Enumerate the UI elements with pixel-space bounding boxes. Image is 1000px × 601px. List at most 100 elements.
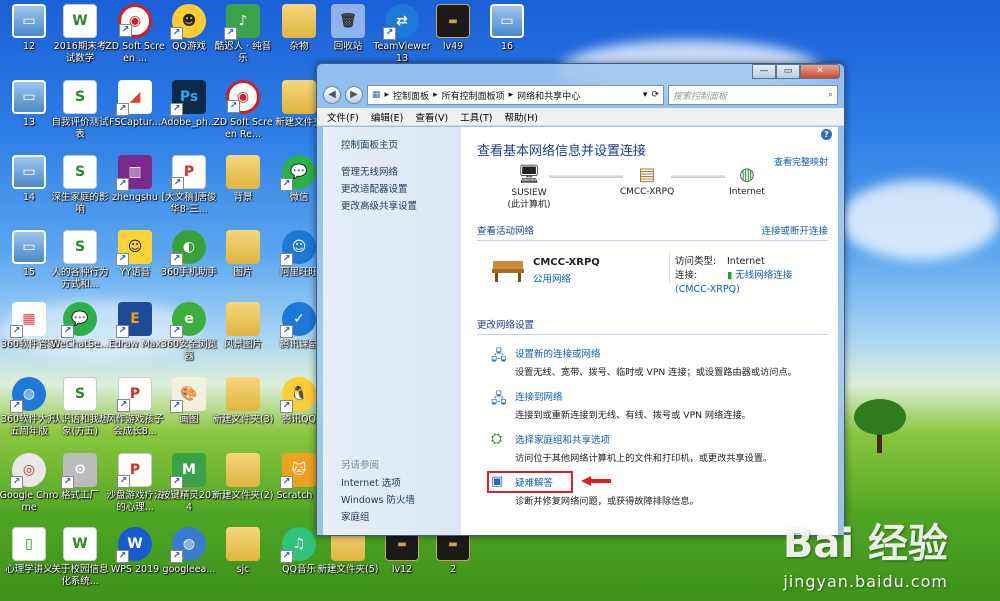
red-arrow-icon [581, 476, 611, 486]
menu-file[interactable]: 文件(F) [321, 110, 365, 124]
doc-icon: S [63, 80, 97, 114]
desktop-icon[interactable]: 新建文件夹(5) [318, 527, 378, 601]
desktop-icon[interactable]: ◉ ZD Soft Screen ... [105, 4, 165, 78]
desktop-icon[interactable]: ◉ ZD Soft Screen Re... [213, 80, 273, 154]
task-desc: 诊断并修复网络问题，或获得故障排除信息。 [515, 496, 699, 507]
task-link[interactable]: 设置新的连接或网络 [515, 337, 828, 360]
desktop-icon[interactable]: P沙盘游戏疗法的心理... [106, 453, 164, 527]
watermark-logo: Bai 经验 [782, 521, 948, 567]
homegroup-icon: ⛭ [491, 431, 503, 447]
app-qqm-icon: ♫ [280, 527, 316, 563]
sidebar-item-adapter[interactable]: 更改适配器设置 [341, 181, 461, 198]
bench-icon [492, 261, 524, 282]
sidebar: 控制面板主页 管理无线网络 更改适配器设置 更改高级共享设置 另请参阅 Inte… [323, 127, 461, 535]
sidebar-home-link[interactable]: 控制面板主页 [341, 137, 461, 154]
menu-help[interactable]: 帮助(H) [498, 110, 544, 124]
chevron-down-icon[interactable]: ▾ [643, 90, 648, 100]
desktop-icon[interactable]: 🎨画图 [160, 377, 218, 451]
network-type-link[interactable]: 公用网络 [533, 271, 571, 285]
sidebar-item-sharing[interactable]: 更改高级共享设置 [341, 198, 461, 215]
title-bar[interactable]: — ▭ ✕ [317, 64, 844, 82]
desktop-icon-label: 酷迟人 · 纯音乐 [214, 41, 272, 64]
desktop-icon[interactable]: EEdraw Max [106, 302, 164, 376]
desktop-icon-label: 人的各种行为方式和... [51, 267, 109, 290]
desktop-icon[interactable]: S 人的各种行为方式和... [51, 230, 109, 304]
app-wx-icon: 💬 [280, 155, 316, 191]
close-button[interactable]: ✕ [800, 64, 840, 79]
desktop-icon-label: 新建文件夹(2) [212, 490, 274, 501]
app-blue-icon: ☺ [280, 230, 316, 266]
desktop-icon[interactable]: WWPS 2019 [106, 527, 164, 601]
desktop-icon[interactable]: ◍googleea... [160, 527, 218, 601]
section-title: 查看活动网络 [477, 226, 535, 237]
folder-icon [226, 302, 260, 336]
menu-edit[interactable]: 编辑(E) [365, 110, 409, 124]
menu-tools[interactable]: 工具(T) [454, 110, 498, 124]
address-bar[interactable]: ▦ ▸ 控制面板 ▸ 所有控制面板项 ▸ 网络和共享中心 ▾ ⟳ [367, 85, 664, 105]
see-also-internet-options[interactable]: Internet 选项 [341, 475, 415, 492]
task-link[interactable]: 连接到网络 [515, 380, 828, 403]
see-also-homegroup[interactable]: 家庭组 [341, 509, 415, 526]
task-connect: 🖧 连接到网络 连接到或重新连接到无线、有线、拨号或 VPN 网络连接。 [477, 380, 828, 421]
forward-arrow-icon[interactable]: ▶ [345, 86, 363, 104]
desktop-icon[interactable]: W 2016期末考试数学 [51, 4, 109, 78]
search-input[interactable]: 搜索控制面板 ⌕ [668, 85, 838, 105]
back-arrow-icon[interactable]: ◀ [323, 86, 341, 104]
sidebar-item-wireless[interactable]: 管理无线网络 [341, 164, 461, 181]
desktop-icon[interactable]: P[大文稿]唐俊华8-三... [160, 155, 218, 229]
network-properties: 访问类型: Internet 连接: ▮ 无线网络连接 (CMCC-XRPQ) [675, 255, 828, 297]
desktop-icon[interactable]: S 认识语和我想象(方五) [51, 377, 109, 451]
desktop-icon[interactable]: ◐360手机助手 [160, 230, 218, 304]
refresh-icon[interactable]: ⟳ [651, 90, 659, 100]
desktop-icon[interactable]: 风景图片 [214, 302, 272, 376]
desktop-icon[interactable]: sjc [214, 527, 272, 601]
desktop-icon[interactable]: 新建文件夹(2) [212, 453, 274, 527]
desktop-icon[interactable]: S 自我评价测试表 [51, 80, 109, 154]
desktop-icon[interactable]: ▥zhengshu [106, 155, 164, 229]
maximize-button[interactable]: ▭ [776, 64, 800, 79]
desktop-icon[interactable]: S 深生家庭的影响 [51, 155, 109, 229]
thumb-icon: ▭ [12, 80, 46, 114]
desktop-icon[interactable]: ☻QQ游戏 [160, 4, 218, 78]
desktop-icon[interactable]: ◢FSCaptur... [106, 80, 164, 154]
node-label: CMCC-XRPQ [619, 187, 675, 197]
minimize-button[interactable]: — [752, 64, 776, 79]
desktop-icon[interactable]: 背景 [214, 155, 272, 229]
connect-disconnect-link[interactable]: 连接或断开连接 [761, 223, 828, 237]
network-map: 🖥 SUSIEW (此计算机) ▤ CMCC-XRPQ ◍ Internet [477, 163, 828, 223]
doc-icon: S [63, 377, 97, 411]
help-icon[interactable]: ? [821, 129, 832, 140]
desktop-icon-label: Adobe_ph... [161, 117, 217, 128]
folder-icon [226, 377, 260, 411]
desktop-icon-label: YY语音 [119, 267, 151, 278]
desktop-icon[interactable]: P风作游戏孩子会成长8... [106, 377, 164, 451]
desktop-icon[interactable]: ♪酷迟人 · 纯音乐 [214, 4, 272, 78]
desktop-icon-label: QQ游戏 [172, 41, 206, 52]
breadcrumb-item[interactable]: 控制面板 [393, 89, 429, 102]
app-qq-icon: 🐧 [280, 377, 316, 413]
menu-view[interactable]: 查看(V) [409, 110, 454, 124]
search-icon: ⌕ [827, 90, 833, 100]
see-also-firewall[interactable]: Windows 防火墙 [341, 492, 415, 509]
troubleshoot-icon: ▣ [491, 474, 504, 489]
desktop-icon[interactable]: 💬WeChatSe... [51, 302, 109, 376]
desktop-icon[interactable]: PsAdobe_ph... [160, 80, 218, 154]
desktop-icon[interactable]: M按键精灵2014 [160, 453, 218, 527]
desktop-icon[interactable]: W 关于校园信息化系统... [51, 527, 109, 601]
desktop-icon[interactable]: ⚙格式工厂 [51, 453, 109, 527]
desktop-icon[interactable]: 图片 [214, 230, 272, 304]
desktop-icon[interactable]: ☺YY语音 [106, 230, 164, 304]
task-link[interactable]: 选择家庭组和共享选项 [515, 423, 828, 446]
desktop-icon[interactable]: ▬ 2 [424, 527, 482, 601]
desktop-icon-label: 认识语和我想象(方五) [51, 414, 109, 437]
desktop-icon[interactable]: 新建文件夹(3) [213, 377, 273, 451]
breadcrumb-item[interactable]: 所有控制面板项 [442, 89, 505, 102]
breadcrumb-item[interactable]: 网络和共享中心 [517, 89, 580, 102]
desktop-icon[interactable]: e360安全浏览器 [160, 302, 218, 376]
doc-icon: W [63, 527, 97, 561]
desktop-icon-label: WPS 2019 [110, 564, 160, 575]
app-chrome-icon: ◎ [10, 453, 46, 489]
task-desc: 访问位于其他网络计算机上的文件和打印机，或更改共享设置。 [515, 453, 773, 464]
app-blue-icon: ◍ [10, 377, 46, 413]
thumb-icon: ▭ [12, 4, 46, 38]
